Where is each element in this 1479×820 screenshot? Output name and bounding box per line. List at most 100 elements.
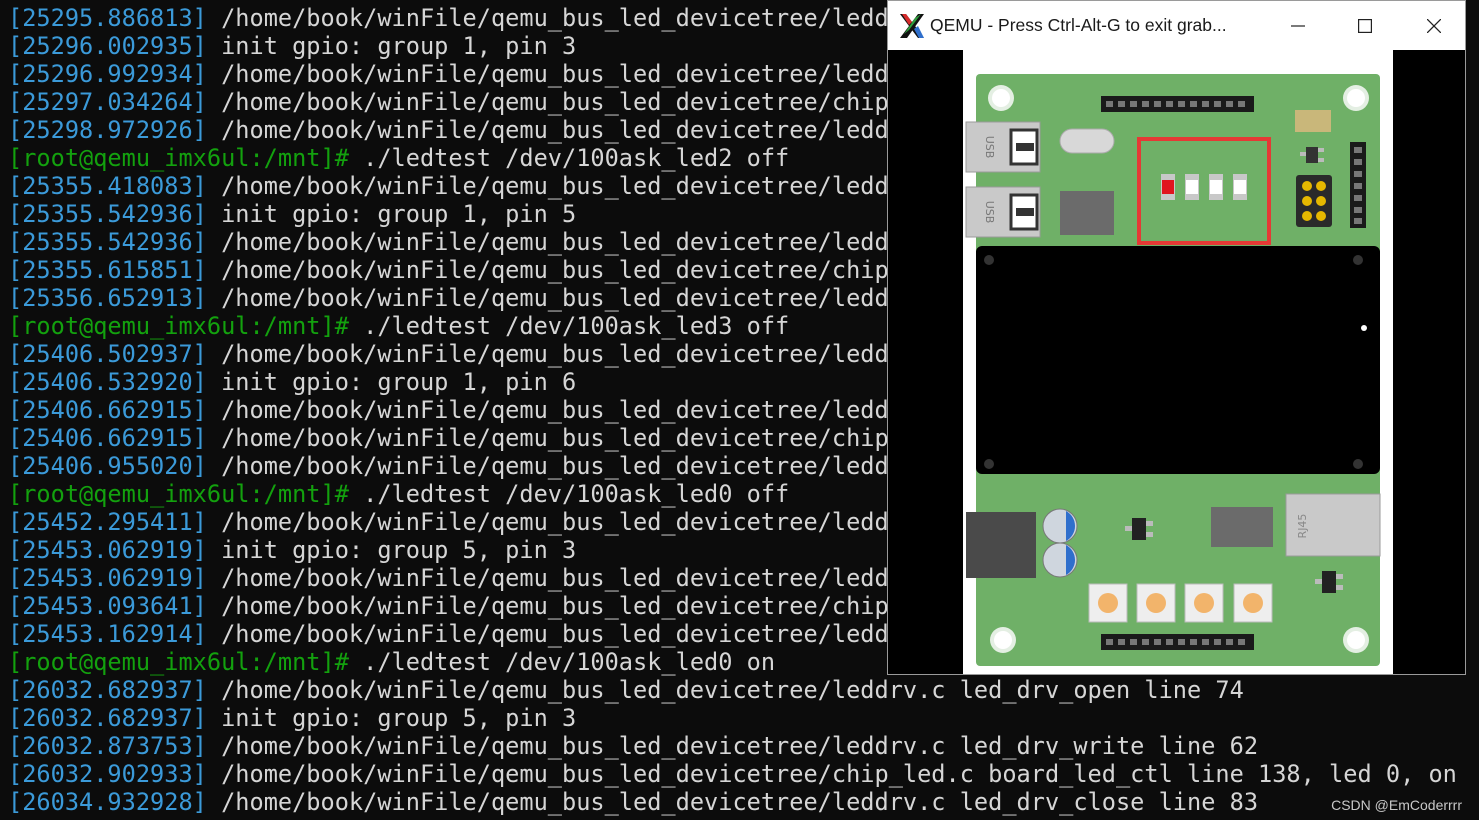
- top-pin-header: [1101, 96, 1254, 112]
- shell-prompt: [root@qemu_imx6ul:/mnt]#: [8, 648, 349, 676]
- terminal-log-line: [26032.682937] /home/book/winFile/qemu_b…: [8, 676, 1244, 704]
- terminal-log-line: [26032.873753] /home/book/winFile/qemu_b…: [8, 732, 1258, 760]
- log-timestamp: [25453.062919]: [8, 564, 207, 592]
- log-message: /home/book/winFile/qemu_bus_led_devicetr…: [206, 60, 903, 88]
- log-message: /home/book/winFile/qemu_bus_led_devicetr…: [206, 116, 903, 144]
- log-timestamp: [25296.992934]: [8, 60, 207, 88]
- terminal-command-line: [root@qemu_imx6ul:/mnt]# ./ledtest /dev/…: [8, 648, 775, 676]
- terminal-log-line: [25406.662915] /home/book/winFile/qemu_b…: [8, 424, 903, 452]
- jumper-block: [1296, 175, 1332, 227]
- terminal-log-line: [25406.532920] init gpio: group 1, pin 6: [8, 368, 576, 396]
- log-message: /home/book/winFile/qemu_bus_led_devicetr…: [206, 340, 903, 368]
- log-message: /home/book/winFile/qemu_bus_led_devicetr…: [206, 788, 1259, 816]
- terminal-log-line: [25296.002935] init gpio: group 1, pin 3: [8, 32, 576, 60]
- terminal-command-line: [root@qemu_imx6ul:/mnt]# ./ledtest /dev/…: [8, 312, 789, 340]
- terminal-log-line: [25356.652913] /home/book/winFile/qemu_b…: [8, 284, 903, 312]
- log-message: init gpio: group 1, pin 5: [206, 200, 577, 228]
- log-timestamp: [26032.682937]: [8, 676, 207, 704]
- terminal-log-line: [25355.418083] /home/book/winFile/qemu_b…: [8, 172, 903, 200]
- qemu-window[interactable]: QEMU - Press Ctrl-Alt-G to exit grab...: [887, 0, 1466, 675]
- log-message: /home/book/winFile/qemu_bus_led_devicetr…: [206, 396, 903, 424]
- command-text: ./ledtest /dev/100ask_led2 off: [348, 144, 790, 172]
- terminal-log-line: [26034.932928] /home/book/winFile/qemu_b…: [8, 788, 1258, 816]
- log-message: init gpio: group 1, pin 6: [206, 368, 577, 396]
- usb-port-1: USB: [965, 121, 1041, 173]
- log-message: /home/book/winFile/qemu_bus_led_devicetr…: [206, 564, 903, 592]
- close-button[interactable]: [1411, 1, 1457, 50]
- usb-port-2: USB: [965, 186, 1041, 238]
- log-timestamp: [25295.886813]: [8, 4, 207, 32]
- board-graphic: USB USB RJ45: [963, 50, 1393, 674]
- usb-label-1: USB: [983, 136, 996, 159]
- maximize-button[interactable]: [1342, 1, 1388, 50]
- led-2: [1209, 174, 1223, 200]
- terminal-log-line: [25453.093641] /home/book/winFile/qemu_b…: [8, 592, 903, 620]
- log-timestamp: [26034.932928]: [8, 788, 207, 816]
- usb-label-2: USB: [983, 201, 996, 224]
- maximize-icon: [1358, 19, 1372, 33]
- terminal-log-line: [25298.972926] /home/book/winFile/qemu_b…: [8, 116, 903, 144]
- log-message: init gpio: group 1, pin 3: [206, 32, 577, 60]
- bottom-pin-header: [1101, 634, 1254, 650]
- log-message: init gpio: group 5, pin 3: [206, 536, 577, 564]
- command-text: ./ledtest /dev/100ask_led0 off: [348, 480, 790, 508]
- terminal-log-line: [25453.062919] /home/book/winFile/qemu_b…: [8, 564, 903, 592]
- minimize-button[interactable]: [1275, 1, 1321, 50]
- right-pin-header: [1350, 142, 1366, 228]
- terminal-log-line: [25406.955020] /home/book/winFile/qemu_b…: [8, 452, 903, 480]
- log-message: /home/book/winFile/qemu_bus_led_devicetr…: [206, 228, 903, 256]
- command-text: ./ledtest /dev/100ask_led0 on: [348, 648, 776, 676]
- log-timestamp: [26032.873753]: [8, 732, 207, 760]
- terminal-command-line: [root@qemu_imx6ul:/mnt]# ./ledtest /dev/…: [8, 144, 789, 172]
- led-3: [1233, 174, 1247, 200]
- terminal-log-line: [25453.062919] init gpio: group 5, pin 3: [8, 536, 576, 564]
- log-message: init gpio: group 5, pin 3: [206, 704, 577, 732]
- rj45-port: RJ45: [1285, 493, 1381, 557]
- chip: [1060, 191, 1114, 235]
- window-title: QEMU - Press Ctrl-Alt-G to exit grab...: [930, 15, 1227, 35]
- log-timestamp: [25355.542936]: [8, 228, 207, 256]
- component-pad: [1295, 110, 1331, 132]
- terminal-log-line: [25355.615851] /home/book/winFile/qemu_b…: [8, 256, 903, 284]
- log-timestamp: [25355.542936]: [8, 200, 207, 228]
- log-timestamp: [25406.662915]: [8, 424, 207, 452]
- log-timestamp: [25356.652913]: [8, 284, 207, 312]
- rj45-label: RJ45: [1296, 514, 1309, 539]
- log-timestamp: [25406.662915]: [8, 396, 207, 424]
- log-message: /home/book/winFile/qemu_bus_led_devicetr…: [206, 592, 903, 620]
- log-timestamp: [25406.955020]: [8, 452, 207, 480]
- crystal-oscillator: [1059, 128, 1115, 154]
- terminal-command-line: [root@qemu_imx6ul:/mnt]# ./ledtest /dev/…: [8, 480, 789, 508]
- qemu-display[interactable]: USB USB RJ45: [888, 50, 1465, 674]
- log-message: /home/book/winFile/qemu_bus_led_devicetr…: [206, 508, 903, 536]
- terminal-log-line: [25295.886813] /home/book/winFile/qemu_b…: [8, 4, 903, 32]
- transistor: [1306, 147, 1318, 163]
- log-timestamp: [25296.002935]: [8, 32, 207, 60]
- log-message: /home/book/winFile/qemu_bus_led_devicetr…: [206, 452, 903, 480]
- log-message: /home/book/winFile/qemu_bus_led_devicetr…: [206, 732, 1259, 760]
- log-timestamp: [25452.295411]: [8, 508, 207, 536]
- x-logo-icon: [900, 14, 924, 42]
- log-message: /home/book/winFile/qemu_bus_led_devicetr…: [206, 760, 1457, 788]
- terminal-log-line: [25453.162914] /home/book/winFile/qemu_b…: [8, 620, 903, 648]
- qemu-title-bar[interactable]: QEMU - Press Ctrl-Alt-G to exit grab...: [888, 1, 1465, 50]
- terminal-log-line: [25355.542936] /home/book/winFile/qemu_b…: [8, 228, 903, 256]
- log-timestamp: [25355.418083]: [8, 172, 207, 200]
- log-timestamp: [25453.093641]: [8, 592, 207, 620]
- shell-prompt: [root@qemu_imx6ul:/mnt]#: [8, 480, 349, 508]
- log-timestamp: [25453.162914]: [8, 620, 207, 648]
- log-timestamp: [25406.502937]: [8, 340, 207, 368]
- log-timestamp: [25453.062919]: [8, 536, 207, 564]
- log-message: /home/book/winFile/qemu_bus_led_devicetr…: [206, 172, 903, 200]
- led-0: [1161, 174, 1175, 200]
- power-jack: [966, 512, 1036, 578]
- minimize-icon: [1291, 25, 1305, 27]
- log-timestamp: [25297.034264]: [8, 88, 207, 116]
- log-message: /home/book/winFile/qemu_bus_led_devicetr…: [206, 4, 903, 32]
- terminal-log-line: [25355.542936] init gpio: group 1, pin 5: [8, 200, 576, 228]
- terminal-log-line: [25297.034264] /home/book/winFile/qemu_b…: [8, 88, 903, 116]
- terminal-log-line: [26032.902933] /home/book/winFile/qemu_b…: [8, 760, 1457, 788]
- chip-2: [1211, 507, 1273, 547]
- watermark: CSDN @EmCoderrrr: [1331, 797, 1462, 813]
- log-message: /home/book/winFile/qemu_bus_led_devicetr…: [206, 676, 1244, 704]
